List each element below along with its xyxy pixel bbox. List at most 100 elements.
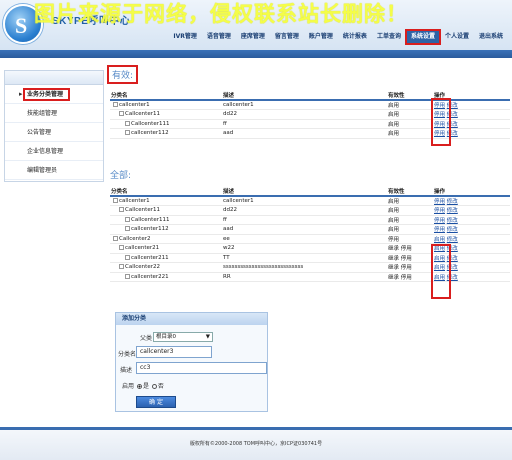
edit-link[interactable]: 修改 <box>447 237 458 243</box>
tree-toggle-icon[interactable] <box>119 245 124 251</box>
tree-toggle-icon[interactable] <box>119 111 124 117</box>
edit-link[interactable]: 修改 <box>447 227 458 233</box>
nav-item-1[interactable]: 语音管理 <box>202 30 236 44</box>
column-header: 分类名 <box>110 186 222 197</box>
category-desc: callcenter1 <box>222 100 387 110</box>
tree-toggle-icon[interactable] <box>119 207 124 213</box>
tree-toggle-icon[interactable] <box>113 198 118 203</box>
category-desc: ee <box>222 234 387 244</box>
tree-toggle-icon[interactable] <box>125 120 130 126</box>
tree-toggle-icon[interactable] <box>125 130 130 136</box>
sidebar-header <box>5 71 103 85</box>
tree-toggle-icon[interactable] <box>125 226 130 232</box>
sidebar-item-label: 公告管理 <box>27 129 52 136</box>
category-name: Callcenter11 <box>125 111 160 118</box>
category-status: 启用 <box>387 119 433 129</box>
tree-toggle-icon[interactable] <box>125 273 130 279</box>
sidebar-item-2[interactable]: 公告管理 <box>5 123 103 142</box>
nav-item-8[interactable]: 个人设置 <box>440 30 474 44</box>
category-status: 继承 停用 <box>387 272 433 282</box>
category-name-cell: Callcenter111 <box>110 215 222 225</box>
toggle-status-link[interactable]: 停用 <box>434 218 445 224</box>
category-status: 启用 <box>387 224 433 235</box>
toggle-status-link[interactable]: 停用 <box>434 199 445 205</box>
enable-row: 启用 是 否 <box>122 381 164 390</box>
tree-toggle-icon[interactable] <box>113 235 118 241</box>
app-root: S SKYPE呼叫中心 图片来源于网络，侵权联系站长删除！ IVR管理 语音管理座… <box>0 0 512 460</box>
top-nav: IVR管理 语音管理 座席管理 留言管理 账户管理 统计报表 工单查询 系统设置 个人设置 退出系… <box>168 29 508 45</box>
category-name-input[interactable]: callcenter3 <box>136 346 212 358</box>
add-category-form: 添加分类 父类 根目录0 ▼ 分类名 callcenter3 描述 cc3 启用 … <box>115 312 268 412</box>
tree-toggle-icon[interactable] <box>113 102 118 107</box>
category-status: 启用 <box>387 196 433 206</box>
column-header: 描述 <box>222 186 387 197</box>
category-name-cell: Callcenter111 <box>110 119 222 129</box>
category-name: callcenter1 <box>119 198 150 204</box>
nav-item-7[interactable]: 系统设置 <box>404 29 441 45</box>
toggle-status-link[interactable]: 启用 <box>434 237 445 243</box>
ops-highlight-valid <box>431 98 451 146</box>
category-name-cell: callcenter21 <box>110 243 222 254</box>
category-name: callcenter112 <box>131 130 169 137</box>
category-name: callcenter1 <box>119 102 150 108</box>
category-desc: RR <box>222 272 387 282</box>
nav-item-2[interactable]: 座席管理 <box>236 30 270 44</box>
category-desc: ff <box>222 119 387 129</box>
sidebar-item-4[interactable]: 编辑管理员 <box>5 161 103 180</box>
description-input[interactable]: cc3 <box>136 362 267 374</box>
nav-item-4[interactable]: 账户管理 <box>304 30 338 44</box>
desc-label: 描述 <box>120 367 133 374</box>
category-name-cell: Callcenter11 <box>110 205 222 216</box>
category-status: 继承 停用 <box>387 262 433 273</box>
category-status: 继承 停用 <box>387 253 433 263</box>
no-label: 否 <box>157 383 164 390</box>
nav-item-5[interactable]: 统计报表 <box>338 30 372 44</box>
tree-toggle-icon[interactable] <box>125 254 130 260</box>
sidebar-item-label: 技能组管理 <box>27 110 58 117</box>
enable-no-radio[interactable] <box>151 384 157 389</box>
table-header-row: 分类名 描述 有效性 操作 <box>110 186 510 197</box>
tree-toggle-icon[interactable] <box>125 216 130 222</box>
submit-button[interactable]: 确 定 <box>136 396 176 408</box>
sidebar-item-1[interactable]: 技能组管理 <box>5 104 103 123</box>
toggle-status-link[interactable]: 停用 <box>434 208 445 214</box>
sidebar-item-label: 企业信息管理 <box>27 148 64 155</box>
sidebar-active-highlight <box>23 88 70 101</box>
toggle-status-link[interactable]: 停用 <box>434 227 445 233</box>
form-title: 添加分类 <box>116 313 267 325</box>
enable-yes-radio[interactable] <box>136 384 142 389</box>
category-name-cell: callcenter112 <box>110 224 222 235</box>
table-row: callcenter112 aad 启用 停用 修改 <box>110 224 510 235</box>
parent-select-value: 根目录0 <box>156 334 176 340</box>
sidebar-item-3[interactable]: 企业信息管理 <box>5 142 103 161</box>
nav-item-0[interactable]: IVR管理 <box>168 30 202 44</box>
category-name: callcenter21 <box>125 245 160 252</box>
edit-link[interactable]: 修改 <box>447 199 458 205</box>
nav-item-6[interactable]: 工单查询 <box>372 30 406 44</box>
parent-select[interactable]: 根目录0 ▼ <box>153 332 213 342</box>
nav-item-3[interactable]: 留言管理 <box>270 30 304 44</box>
category-name-cell: Callcenter22 <box>110 262 222 273</box>
table-row: Callcenter2 ee 停用 启用 修改 <box>110 234 510 244</box>
column-header: 有效性 <box>387 186 433 197</box>
category-status: 停用 <box>387 234 433 244</box>
nav-item-9[interactable]: 退出系统 <box>474 30 508 44</box>
logo-letter: S <box>15 13 28 38</box>
watermark: 图片来源于网络，侵权联系站长删除！ <box>34 3 408 26</box>
sidebar-item-0[interactable]: 业务分类管理 <box>5 85 103 104</box>
category-status: 启用 <box>387 109 433 120</box>
category-name-cell: callcenter221 <box>110 272 222 282</box>
category-status: 启用 <box>387 205 433 216</box>
footer: 版权所有©2000-2008 TOM呼叫中心，京ICP证030741号 <box>0 430 512 460</box>
category-desc: dd22 <box>222 109 387 120</box>
category-name-cell: callcenter1 <box>110 196 222 206</box>
column-header: 描述 <box>222 90 387 101</box>
tree-toggle-icon[interactable] <box>119 264 124 270</box>
name-label: 分类名 <box>118 351 137 358</box>
edit-link[interactable]: 修改 <box>447 218 458 224</box>
op-cell: 启用 修改 <box>433 234 510 244</box>
category-desc: aad <box>222 224 387 235</box>
edit-link[interactable]: 修改 <box>447 208 458 214</box>
column-header: 操作 <box>433 186 510 197</box>
category-name: callcenter211 <box>131 254 169 261</box>
